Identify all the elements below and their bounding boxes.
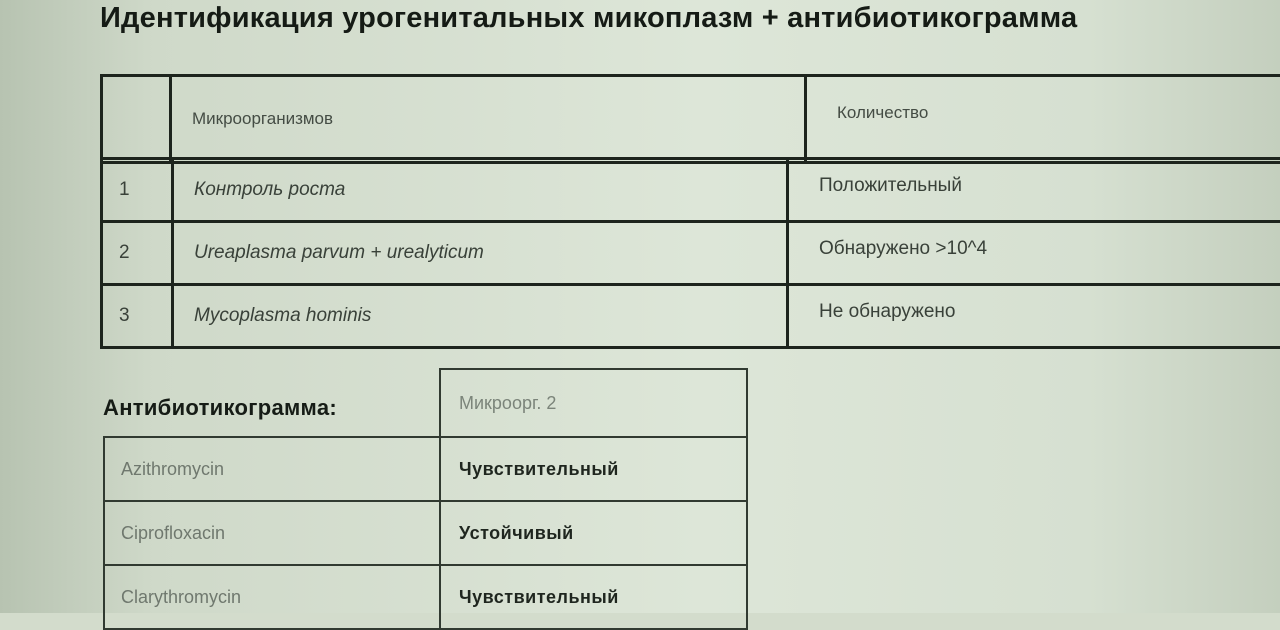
table-row: 3 Mycoplasma hominis Не обнаружено <box>102 285 1280 348</box>
header-quantity-cell: Количество <box>806 76 1280 163</box>
drug-result: Чувствительный <box>440 565 747 629</box>
drug-result: Устойчивый <box>440 501 747 565</box>
row-organism: Контроль роста <box>173 159 788 222</box>
row-number: 3 <box>102 285 173 348</box>
row-number: 2 <box>102 222 173 285</box>
table-row: Ciprofloxacin Устойчивый <box>104 501 747 565</box>
row-quantity: Положительный <box>788 159 1280 222</box>
row-quantity: Обнаружено >10^4 <box>788 222 1280 285</box>
header-organism-cell: Микроорганизмов <box>171 76 806 163</box>
drug-name: Azithromycin <box>104 437 440 501</box>
table-header-row: Микроорганизмов Количество <box>102 76 1280 163</box>
table-row: 2 Ureaplasma parvum + urealyticum Обнару… <box>102 222 1280 285</box>
row-organism: Ureaplasma parvum + urealyticum <box>173 222 788 285</box>
row-organism: Mycoplasma hominis <box>173 285 788 348</box>
row-quantity: Не обнаружено <box>788 285 1280 348</box>
antibiogram-column-header: Микроорг. 2 <box>440 369 747 437</box>
table-row: Clarythromycin Чувствительный <box>104 565 747 629</box>
report-page: Идентификация урогенитальных микоплазм +… <box>0 0 1280 613</box>
table-row: 1 Контроль роста Положительный <box>102 159 1280 222</box>
antibiogram-label: Антибиотикограмма: <box>103 395 337 421</box>
drug-result: Чувствительный <box>440 437 747 501</box>
page-title: Идентификация урогенитальных микоплазм +… <box>100 2 1077 35</box>
drug-name: Clarythromycin <box>104 565 440 629</box>
results-header-table: Микроорганизмов Количество <box>100 74 1280 164</box>
drug-name: Ciprofloxacin <box>104 501 440 565</box>
row-number: 1 <box>102 159 173 222</box>
results-table: 1 Контроль роста Положительный 2 Ureapla… <box>100 157 1280 349</box>
header-number-cell <box>102 76 171 163</box>
table-row: Azithromycin Чувствительный <box>104 437 747 501</box>
